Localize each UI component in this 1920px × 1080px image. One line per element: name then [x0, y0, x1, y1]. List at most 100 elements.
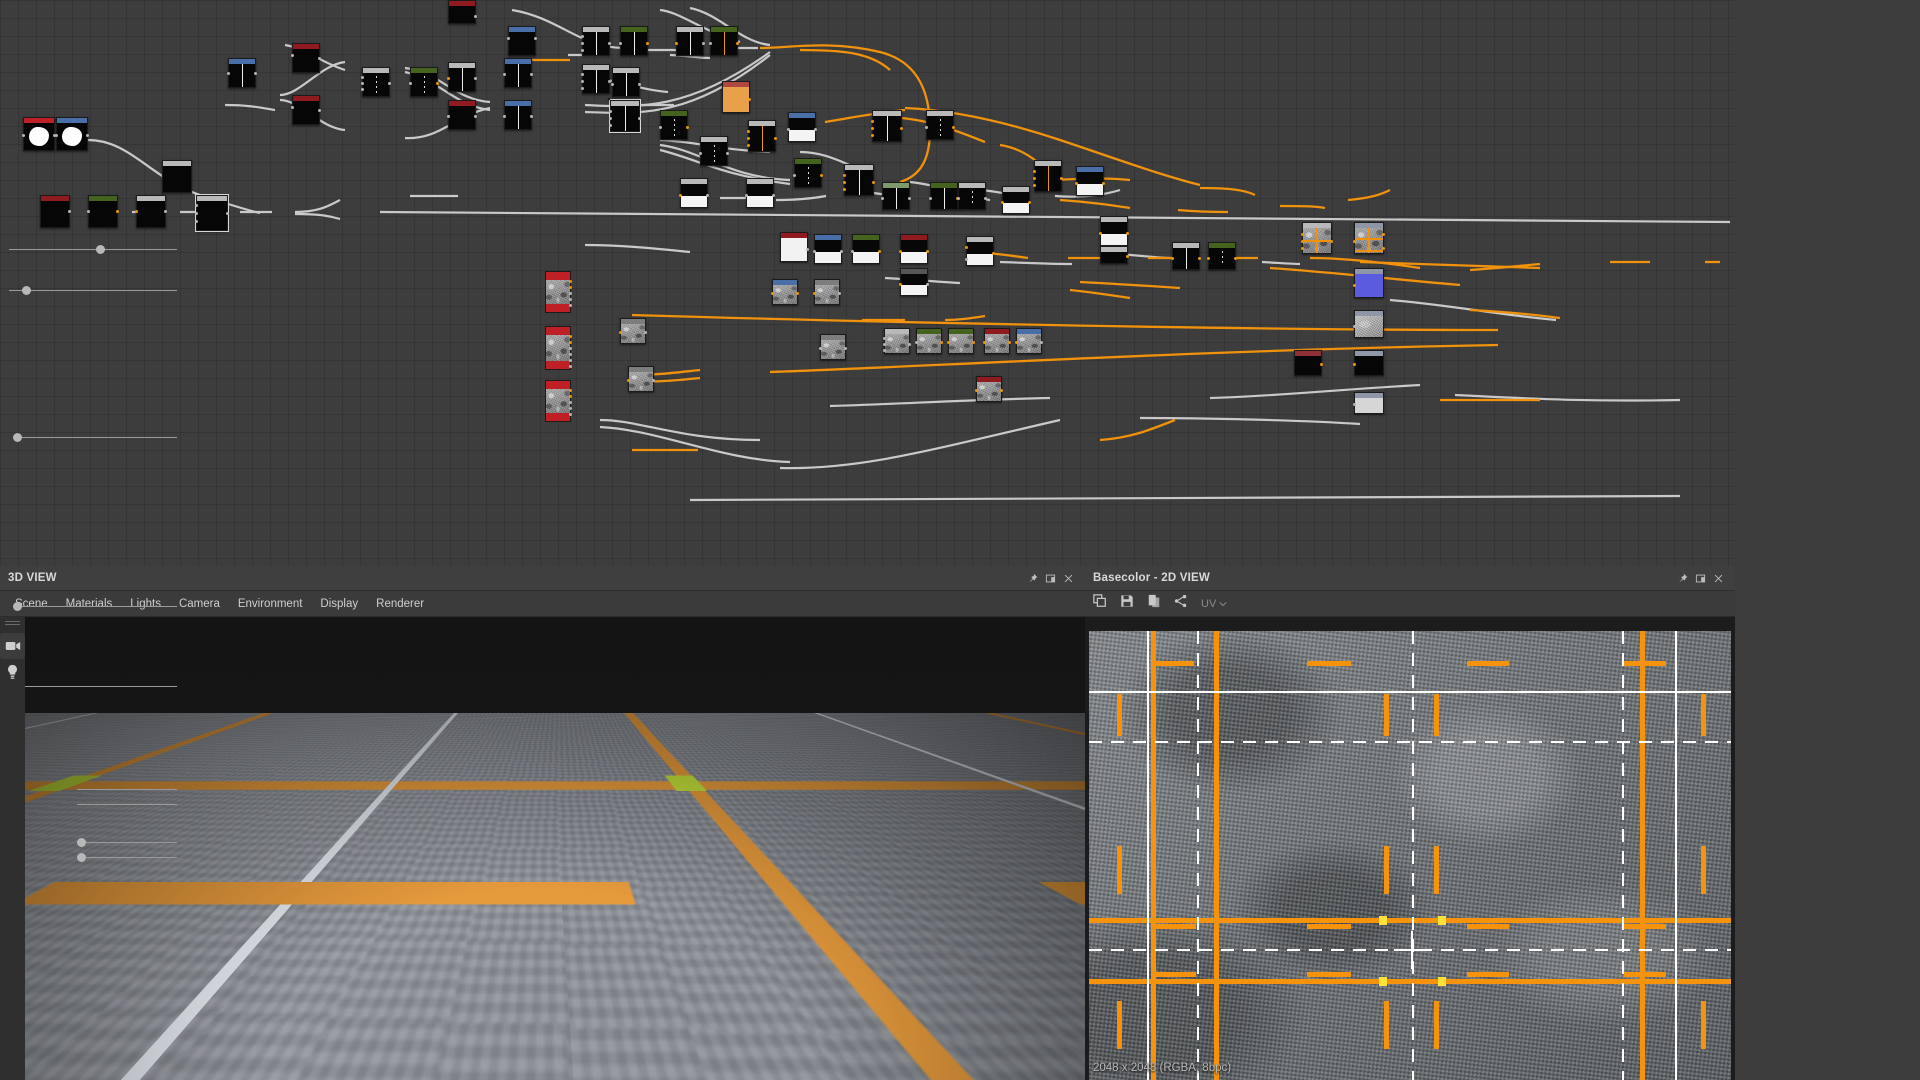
graph-node[interactable]: [900, 268, 928, 296]
graph-node[interactable]: [620, 318, 646, 344]
graph-node[interactable]: [676, 26, 704, 56]
viewport-2d[interactable]: 2048 x 2048 (RGBA, 8bpc): [1085, 617, 1735, 1080]
graph-node[interactable]: [448, 62, 476, 92]
graph-node[interactable]: [814, 234, 842, 264]
graph-node[interactable]: [772, 279, 798, 305]
graph-node[interactable]: [504, 100, 532, 130]
maximize-icon[interactable]: [1041, 569, 1059, 587]
graph-node[interactable]: [1354, 310, 1384, 338]
graph-node[interactable]: [582, 64, 610, 94]
graph-node[interactable]: [1354, 268, 1384, 298]
graph-node[interactable]: [788, 112, 816, 142]
graph-node[interactable]: [448, 100, 476, 130]
graph-node[interactable]: [228, 58, 256, 88]
share-icon[interactable]: [1174, 594, 1188, 613]
menu-item-environment[interactable]: Environment: [229, 598, 312, 610]
x-amount-slider[interactable]: [9, 243, 177, 256]
graph-node[interactable]: [900, 234, 928, 264]
graph-node[interactable]: [1302, 222, 1332, 254]
graph-node[interactable]: [884, 328, 910, 354]
graph-node[interactable]: [448, 0, 476, 24]
pattern-input-number-slider[interactable]: [13, 431, 177, 444]
pin-icon[interactable]: [1023, 569, 1041, 587]
graph-node[interactable]: [748, 120, 776, 152]
graph-node[interactable]: [710, 26, 738, 56]
uv-dropdown[interactable]: UV: [1201, 598, 1227, 610]
graph-node[interactable]: [976, 376, 1002, 402]
y-amount-slider[interactable]: [9, 284, 177, 297]
graph-node[interactable]: [508, 26, 536, 56]
duplicate-icon[interactable]: [1147, 594, 1161, 613]
close-icon[interactable]: [1709, 569, 1727, 587]
graph-node[interactable]: [984, 328, 1010, 354]
graph-node[interactable]: [780, 232, 808, 262]
graph-node[interactable]: [23, 117, 55, 151]
graph-node[interactable]: [926, 110, 954, 140]
symmetry-random-slider[interactable]: [13, 680, 177, 693]
copy-icon[interactable]: [1093, 594, 1107, 613]
graph-node[interactable]: [660, 110, 688, 140]
graph-input-node[interactable]: [545, 380, 571, 422]
pin-icon[interactable]: [1673, 569, 1691, 587]
graph-input-node[interactable]: [545, 271, 571, 313]
graph-node[interactable]: [680, 178, 708, 208]
graph-node[interactable]: [362, 67, 390, 97]
graph-node[interactable]: [612, 67, 640, 97]
graph-node[interactable]: [1354, 392, 1384, 414]
node-graph-canvas[interactable]: [0, 0, 1735, 566]
graph-node[interactable]: [1100, 246, 1128, 264]
graph-node[interactable]: [136, 195, 166, 228]
graph-node[interactable]: [844, 164, 874, 196]
graph-node[interactable]: [410, 67, 438, 97]
graph-node[interactable]: [930, 182, 958, 210]
graph-node[interactable]: [610, 100, 640, 132]
graph-node[interactable]: [882, 182, 910, 210]
graph-node[interactable]: [582, 26, 610, 56]
graph-node[interactable]: [1172, 242, 1200, 270]
graph-node[interactable]: [746, 178, 774, 208]
graph-node[interactable]: [700, 136, 728, 166]
menu-item-display[interactable]: Display: [311, 598, 367, 610]
graph-node[interactable]: [628, 366, 654, 392]
graph-node[interactable]: [794, 158, 822, 188]
graph-node[interactable]: [1100, 216, 1128, 246]
graph-node[interactable]: [292, 95, 320, 125]
graph-node[interactable]: [292, 43, 320, 73]
graph-node[interactable]: [1208, 242, 1236, 270]
graph-node[interactable]: [1354, 222, 1384, 254]
menu-item-camera[interactable]: Camera: [170, 598, 229, 610]
graph-node[interactable]: [88, 195, 118, 228]
graph-node[interactable]: [504, 58, 532, 88]
graph-node[interactable]: [958, 182, 986, 210]
graph-node[interactable]: [722, 81, 750, 113]
camera-icon[interactable]: [0, 633, 25, 659]
graph-node[interactable]: [948, 328, 974, 354]
graph-node[interactable]: [1294, 350, 1322, 376]
rotation-random-slider[interactable]: [13, 600, 177, 613]
graph-node[interactable]: [1354, 350, 1384, 376]
graph-input-node[interactable]: [545, 326, 571, 370]
graph-node[interactable]: [56, 117, 88, 151]
menu-item-renderer[interactable]: Renderer: [367, 598, 433, 610]
graph-node[interactable]: [162, 160, 192, 193]
save-icon[interactable]: [1120, 594, 1134, 613]
viewport-3d-toolbar[interactable]: [0, 617, 25, 1080]
graph-node[interactable]: [1016, 328, 1042, 354]
graph-node[interactable]: [916, 328, 942, 354]
graph-node[interactable]: [1034, 160, 1062, 192]
graph-node[interactable]: [820, 334, 846, 360]
close-icon[interactable]: [1059, 569, 1077, 587]
graph-node[interactable]: [1002, 186, 1030, 214]
graph-node[interactable]: [40, 195, 70, 228]
graph-node[interactable]: [814, 279, 840, 305]
graph-node[interactable]: [852, 234, 880, 264]
graph-node[interactable]: [196, 195, 228, 231]
graph-node[interactable]: [872, 110, 902, 142]
view2d-toolbar[interactable]: UV: [1085, 591, 1735, 617]
maximize-icon[interactable]: [1691, 569, 1709, 587]
graph-node[interactable]: [1076, 166, 1104, 196]
graph-node[interactable]: [620, 26, 648, 56]
graph-node[interactable]: [966, 236, 994, 266]
drag-handle[interactable]: [5, 621, 20, 627]
light-bulb-icon[interactable]: [0, 659, 25, 685]
